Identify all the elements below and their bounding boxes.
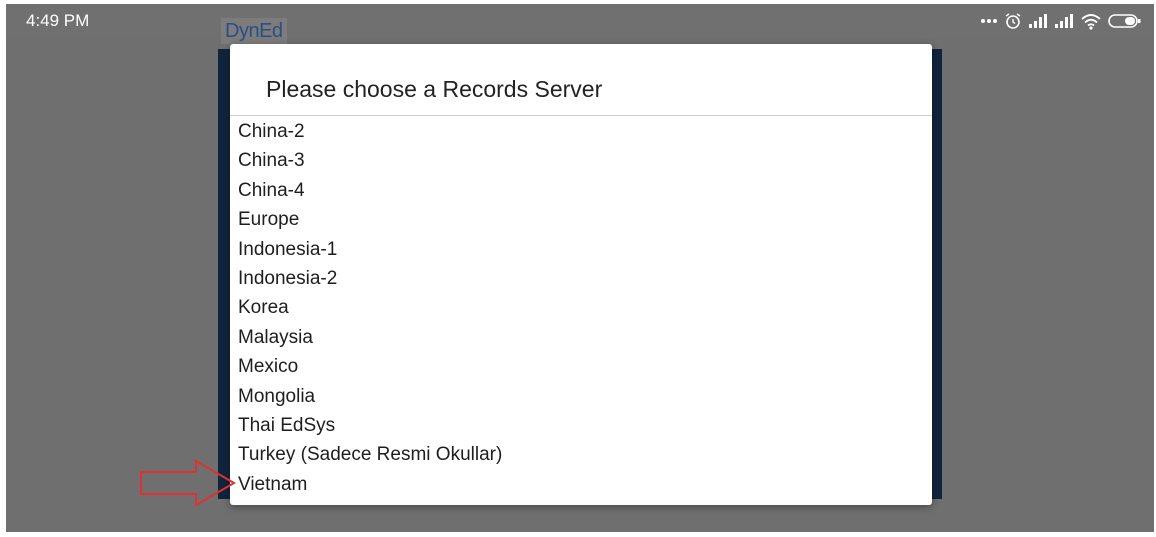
wifi-icon (1080, 12, 1102, 30)
server-option-vietnam[interactable]: Vietnam (238, 470, 502, 499)
battery-icon (1108, 13, 1142, 29)
server-option-china-4[interactable]: China-4 (238, 176, 502, 205)
status-time: 4:49 PM (26, 11, 90, 30)
phone-screen: 4:49 PM DynEd Please choose a Records Se… (6, 4, 1154, 532)
status-icons (980, 10, 1142, 32)
server-option-indonesia-1[interactable]: Indonesia-1 (238, 235, 502, 264)
signal-icon (1054, 13, 1074, 29)
server-option-china-3[interactable]: China-3 (238, 146, 502, 175)
server-option-europe[interactable]: Europe (238, 205, 502, 234)
red-arrow-annotation-icon (138, 459, 238, 512)
alarm-icon (1004, 12, 1022, 30)
dialog-divider (230, 115, 932, 116)
more-dots-icon (980, 18, 998, 24)
server-option-malaysia[interactable]: Malaysia (238, 323, 502, 352)
server-list: China-2 China-3 China-4 Europe Indonesia… (238, 117, 502, 499)
records-server-dialog: Please choose a Records Server China-2 C… (230, 44, 932, 505)
dialog-title: Please choose a Records Server (266, 76, 603, 102)
server-option-korea[interactable]: Korea (238, 293, 502, 322)
signal-icon (1028, 13, 1048, 29)
server-option-thai-edsys[interactable]: Thai EdSys (238, 411, 502, 440)
server-option-indonesia-2[interactable]: Indonesia-2 (238, 264, 502, 293)
server-option-turkey[interactable]: Turkey (Sadece Resmi Okullar) (238, 440, 502, 469)
server-option-mexico[interactable]: Mexico (238, 352, 502, 381)
app-brand-logo: DynEd (221, 18, 287, 44)
server-option-china-2[interactable]: China-2 (238, 117, 502, 146)
server-option-mongolia[interactable]: Mongolia (238, 382, 502, 411)
status-bar: 4:49 PM (6, 4, 1154, 38)
